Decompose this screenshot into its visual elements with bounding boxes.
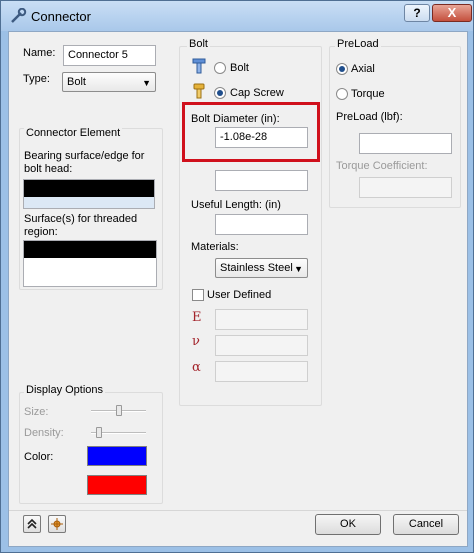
bolt-icon [191, 58, 207, 74]
elastic-modulus-symbol: E [192, 310, 202, 325]
cap-screw-radio-label: Cap Screw [230, 87, 284, 99]
size-slider-thumb[interactable] [115, 405, 122, 416]
type-select-value: Bolt [67, 76, 86, 88]
cancel-button[interactable]: Cancel [393, 514, 459, 535]
elastic-modulus-input [215, 309, 308, 330]
title-bar[interactable]: Connector ? X [1, 1, 473, 31]
useful-length-label: Useful Length: (in) [191, 199, 281, 211]
window-title: Connector [31, 9, 91, 24]
poisson-ratio-symbol: ν [192, 334, 200, 349]
bolt-radio[interactable] [214, 62, 226, 74]
thermal-expansion-input [215, 361, 308, 382]
thermal-expansion-symbol: α [192, 360, 201, 375]
threaded-region-list[interactable] [23, 240, 157, 287]
cap-screw-icon [191, 83, 207, 99]
primary-color-swatch[interactable] [87, 446, 147, 466]
materials-select[interactable]: Stainless Steel - ▼ [215, 258, 308, 278]
name-label: Name: [23, 47, 56, 59]
torque-radio-label: Torque [351, 88, 385, 100]
display-options-title: Display Options [24, 384, 106, 396]
user-defined-checkbox[interactable] [192, 289, 204, 301]
wrench-icon [9, 7, 27, 24]
chevron-down-icon: ▼ [142, 78, 151, 88]
close-button[interactable]: X [432, 4, 472, 22]
materials-select-value: Stainless Steel - [220, 262, 300, 274]
preload-value-input[interactable] [359, 133, 452, 154]
poisson-ratio-input [215, 335, 308, 356]
axial-radio[interactable] [336, 63, 348, 75]
help-button[interactable]: ? [404, 4, 430, 22]
color-label: Color: [24, 451, 54, 463]
ok-button[interactable]: OK [315, 514, 381, 535]
bolt-head-list[interactable] [23, 179, 155, 209]
preload-panel-title: PreLoad [335, 38, 381, 50]
axial-radio-label: Axial [351, 63, 375, 75]
bolt-radio-label: Bolt [230, 62, 249, 74]
footer-divider [9, 510, 467, 511]
name-input[interactable]: Connector 5 [63, 45, 156, 66]
bolt-head-list-row[interactable] [24, 197, 154, 208]
useful-length-input[interactable] [215, 214, 308, 235]
collapse-button[interactable] [23, 515, 41, 533]
torque-coefficient-label: Torque Coefficient: [336, 160, 428, 172]
torque-coefficient-input [359, 177, 452, 198]
torque-radio[interactable] [336, 88, 348, 100]
threaded-region-selection[interactable] [24, 241, 156, 258]
user-defined-label: User Defined [207, 289, 272, 301]
materials-label: Materials: [191, 241, 239, 253]
preload-value-label: PreLoad (lbf): [336, 111, 403, 123]
chevron-down-icon: ▼ [294, 264, 303, 274]
density-slider-thumb[interactable] [95, 427, 102, 438]
size-label: Size: [24, 406, 49, 418]
cap-screw-radio[interactable] [214, 87, 226, 99]
bolt-head-label: Bearing surface/edge for bolt head: [24, 150, 145, 175]
connector-element-title: Connector Element [24, 127, 123, 139]
type-label: Type: [23, 73, 50, 85]
bolt-head-selection[interactable] [24, 180, 154, 197]
bolt-diameter-highlight [182, 102, 320, 162]
threaded-region-label: Surface(s) for threaded region: [24, 213, 138, 238]
dialog-body: Name: Connector 5 Type: Bolt ▼ Connector… [8, 31, 468, 547]
settings-icon [51, 518, 63, 533]
head-washer-height-input[interactable] [215, 170, 308, 191]
bolt-panel-title: Bolt [187, 38, 210, 50]
secondary-color-swatch[interactable] [87, 475, 147, 495]
type-select[interactable]: Bolt ▼ [62, 72, 156, 92]
collapse-icon [27, 518, 37, 533]
settings-button[interactable] [48, 515, 66, 533]
connector-dialog: Connector ? X Name: Connector 5 Type: Bo… [0, 0, 474, 553]
density-label: Density: [24, 427, 64, 439]
